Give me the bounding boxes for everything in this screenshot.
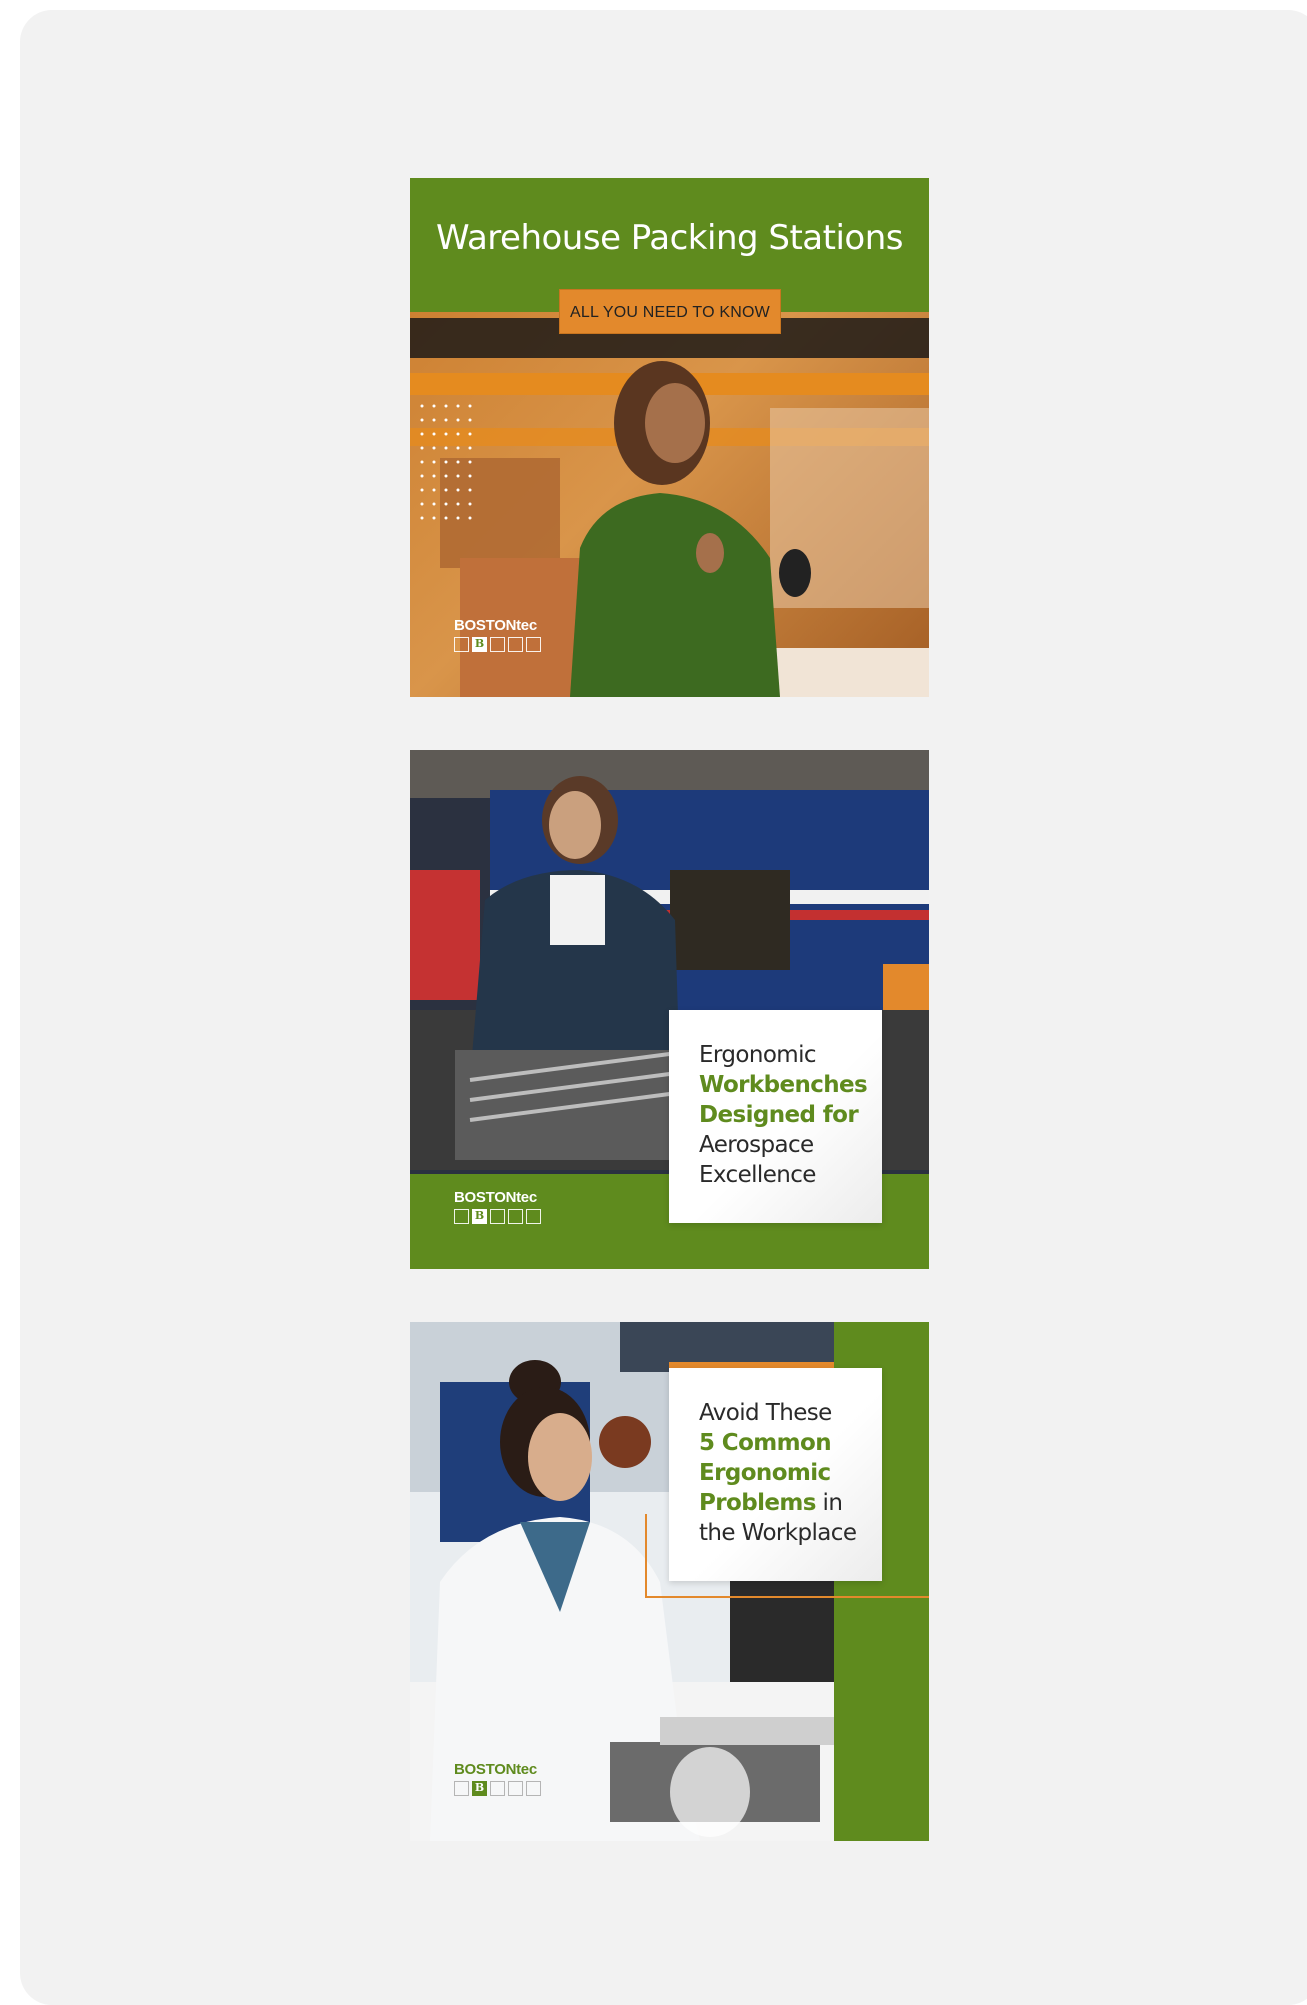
logo-square — [508, 637, 523, 652]
headline-line: the Workplace — [699, 1520, 857, 1546]
logo-square — [454, 1209, 469, 1224]
logo-wordmark: BOSTONtec — [454, 1189, 537, 1206]
headline-line: Problems in — [699, 1488, 882, 1518]
logo-b-square: B — [472, 637, 487, 652]
headline-line-highlight: 5 Common — [699, 1430, 832, 1456]
bostontec-logo: BOSTONtec B — [454, 618, 554, 652]
headline-line-highlight: Workbenches — [699, 1072, 868, 1098]
accent-line-vertical — [645, 1514, 647, 1598]
logo-square — [490, 1781, 505, 1796]
headline-line-highlight: Designed for — [699, 1102, 859, 1128]
headline-line: Avoid These — [699, 1400, 832, 1426]
headline-box: Avoid These 5 Common Ergonomic Problems … — [669, 1368, 882, 1581]
ergonomic-workbenches-card[interactable]: Ergonomic Workbenches Designed for Aeros… — [410, 750, 929, 1269]
logo-square — [490, 637, 505, 652]
logo-square — [526, 1781, 541, 1796]
logo-wordmark: BOSTONtec — [454, 1761, 537, 1778]
badge-label: ALL YOU NEED TO KNOW — [559, 289, 781, 334]
logo-square — [454, 1781, 469, 1796]
logo-square — [508, 1781, 523, 1796]
logo-square — [490, 1209, 505, 1224]
accent-line-horizontal — [645, 1596, 929, 1598]
logo-b-square: B — [472, 1209, 487, 1224]
logo-square — [526, 637, 541, 652]
headline-word-highlight: Problems — [699, 1490, 816, 1516]
logo-square — [508, 1209, 523, 1224]
logo-square — [454, 637, 469, 652]
headline-line: Ergonomic — [699, 1042, 817, 1068]
logo-mark: B — [454, 1781, 554, 1796]
logo-mark: B — [454, 637, 554, 652]
warehouse-packing-stations-card[interactable]: Warehouse Packing Stations ALL YOU NEED … — [410, 178, 929, 697]
bostontec-logo: BOSTONtec B — [454, 1190, 554, 1224]
headline-word: in — [815, 1490, 843, 1516]
card-title: Warehouse Packing Stations — [436, 218, 903, 258]
bostontec-logo: BOSTONtec B — [454, 1762, 554, 1796]
headline-line-highlight: Ergonomic — [699, 1460, 831, 1486]
accent-square — [883, 964, 929, 1010]
headline-line: Excellence — [699, 1162, 816, 1188]
logo-square — [526, 1209, 541, 1224]
headline-box: Ergonomic Workbenches Designed for Aeros… — [669, 1010, 882, 1223]
logo-mark: B — [454, 1209, 554, 1224]
logo-wordmark: BOSTONtec — [454, 617, 537, 634]
logo-b-square: B — [472, 1781, 487, 1796]
ergonomic-problems-card[interactable]: Avoid These 5 Common Ergonomic Problems … — [410, 1322, 929, 1841]
headline-line: Aerospace — [699, 1132, 814, 1158]
